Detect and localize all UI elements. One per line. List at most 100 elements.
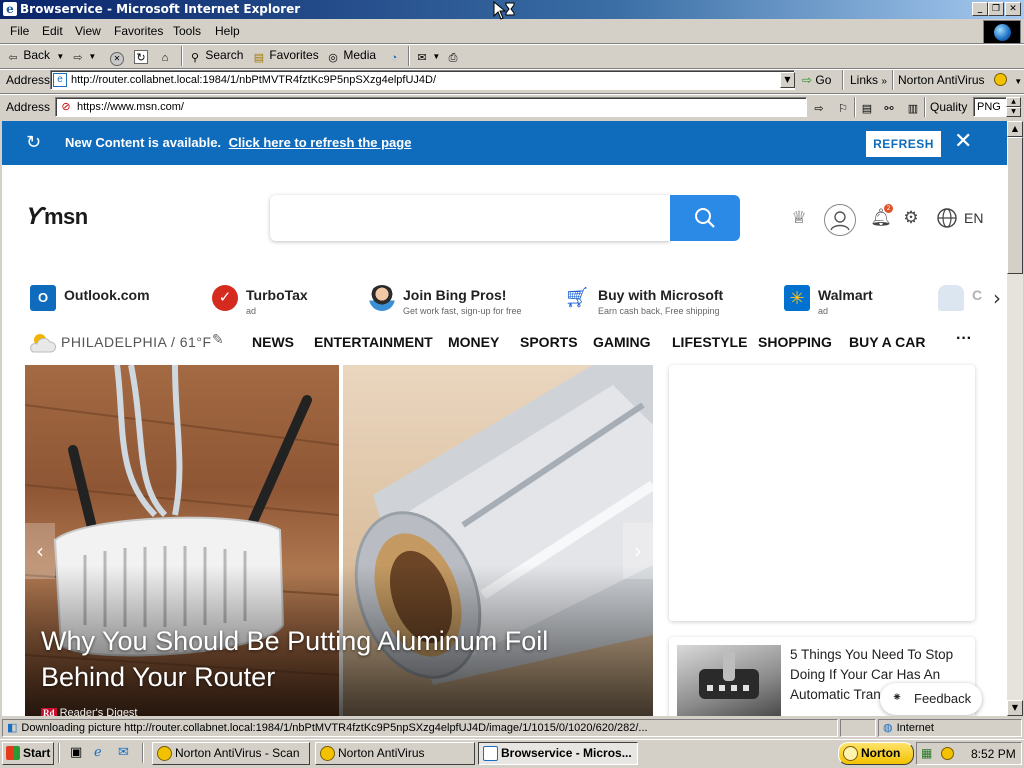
clock[interactable]: 8:52 PM bbox=[971, 747, 1016, 761]
norton-antivirus-toolbar[interactable]: Norton AntiVirus ▼ bbox=[898, 73, 1022, 91]
quicklinks-next-chevron-icon[interactable]: › bbox=[986, 285, 1007, 311]
hero-carousel[interactable]: Why You Should Be Putting Aluminum Foil … bbox=[25, 365, 653, 716]
quicklink-outlook[interactable]: O Outlook.com bbox=[30, 281, 190, 321]
chevron-down-icon[interactable]: ▼ bbox=[1014, 77, 1022, 86]
mail-button[interactable]: ✉ ▼ bbox=[415, 48, 440, 66]
nav-more-button[interactable]: ··· bbox=[956, 330, 972, 348]
home-button[interactable]: ⌂ bbox=[158, 48, 172, 66]
find-button[interactable]: ⚯ bbox=[882, 99, 896, 117]
scroll-down-button[interactable]: ▼ bbox=[1007, 700, 1023, 716]
banner-message-row: New Content is available. Click here to … bbox=[65, 135, 411, 150]
media-icon: ◎ bbox=[328, 52, 338, 64]
carousel-next-button[interactable]: › bbox=[623, 523, 653, 579]
quicklink-partial[interactable]: C bbox=[938, 281, 988, 321]
minimize-button[interactable]: _ bbox=[972, 2, 988, 16]
bs-go-button[interactable]: ⇨ bbox=[812, 99, 826, 117]
nav-buy-a-car[interactable]: BUY A CAR bbox=[849, 334, 926, 350]
menu-view[interactable]: View bbox=[75, 24, 101, 38]
rewards-trophy-icon[interactable]: ♕ bbox=[788, 207, 810, 229]
settings-gear-icon[interactable]: ⚙ bbox=[900, 207, 922, 229]
notification-count-badge: 2 bbox=[884, 204, 893, 213]
ie-address-field[interactable]: e http://router.collabnet.local:1984/1/nb… bbox=[50, 70, 795, 90]
close-button[interactable]: ✕ bbox=[1005, 2, 1021, 16]
feedback-button[interactable]: ⁕ Feedback bbox=[880, 683, 982, 715]
menu-favorites[interactable]: Favorites bbox=[114, 24, 163, 38]
security-zone-field: ◍ Internet bbox=[878, 719, 1022, 737]
menu-edit[interactable]: Edit bbox=[42, 24, 63, 38]
refresh-circle-icon: ↻ bbox=[26, 132, 42, 153]
menu-file[interactable]: File bbox=[10, 24, 29, 38]
menu-help[interactable]: Help bbox=[215, 24, 240, 38]
quicklink-buy-with-microsoft[interactable]: 🛒︎ Buy with Microsoft Earn cash back, Fr… bbox=[564, 281, 754, 321]
norton-tray-icon[interactable] bbox=[941, 747, 954, 760]
bs-address-field[interactable]: ⊘ https://www.msn.com/ bbox=[55, 97, 807, 117]
page-viewport[interactable]: ↻ New Content is available. Click here t… bbox=[2, 121, 1007, 716]
taskbar-norton[interactable]: Norton AntiVirus bbox=[315, 742, 475, 765]
nav-news[interactable]: NEWS bbox=[252, 334, 294, 350]
search-input[interactable] bbox=[270, 195, 670, 241]
forward-button[interactable]: ⇨ ▼ bbox=[71, 48, 96, 66]
norton-tray-label: Norton bbox=[861, 746, 901, 760]
chevron-down-icon[interactable]: ▼ bbox=[56, 52, 64, 61]
refresh-button[interactable]: ↻ bbox=[134, 48, 148, 66]
history-button[interactable]: ◔ bbox=[387, 48, 401, 66]
hero-source[interactable]: Rd Reader's Digest bbox=[41, 707, 138, 716]
scroll-thumb[interactable] bbox=[1007, 137, 1023, 274]
refresh-button[interactable]: REFRESH bbox=[866, 131, 941, 157]
search-submit-button[interactable] bbox=[670, 195, 740, 241]
scroll-up-button[interactable]: ▲ bbox=[1007, 121, 1023, 137]
language-label[interactable]: EN bbox=[964, 210, 983, 226]
binoculars-icon: ⚯ bbox=[884, 103, 894, 115]
media-button[interactable]: ◎ Media bbox=[326, 48, 376, 66]
stop-button[interactable]: ✕ bbox=[110, 48, 124, 66]
quicklink-turbotax[interactable]: ✓ TurboTax ad bbox=[212, 281, 342, 321]
quicklink-bing-pros[interactable]: Join Bing Pros! Get work fast, sign-up f… bbox=[369, 281, 539, 321]
chevron-down-icon[interactable]: ▼ bbox=[432, 52, 440, 61]
clipboard-button[interactable]: ▥ bbox=[906, 99, 920, 117]
carousel-prev-button[interactable]: ‹ bbox=[25, 523, 55, 579]
back-button[interactable]: ⇦ Back ▼ bbox=[6, 48, 64, 66]
network-icon[interactable]: ▦ bbox=[921, 746, 932, 760]
msn-logo[interactable]: ϒmsn bbox=[23, 203, 89, 231]
nav-sports[interactable]: SPORTS bbox=[520, 334, 578, 350]
quicklink-walmart[interactable]: ✳ Walmart ad bbox=[784, 281, 904, 321]
quality-select[interactable]: PNG bbox=[973, 97, 1007, 117]
menu-tools[interactable]: Tools bbox=[173, 24, 201, 38]
language-globe-icon[interactable] bbox=[936, 207, 958, 229]
taskbar-browservice[interactable]: Browservice - Micros... bbox=[478, 742, 638, 765]
bookmarks-list-button[interactable]: ▤ bbox=[860, 99, 874, 117]
refresh-page-link[interactable]: Click here to refresh the page bbox=[229, 135, 412, 150]
favorites-button[interactable]: ▤ Favorites bbox=[252, 48, 319, 66]
start-button[interactable]: Start bbox=[2, 742, 54, 765]
norton-icon bbox=[843, 746, 858, 761]
print-icon: ⎙ bbox=[448, 52, 458, 64]
close-banner-icon[interactable]: ✕ bbox=[954, 129, 972, 154]
nav-money[interactable]: MONEY bbox=[448, 334, 499, 350]
outlook-express-icon[interactable]: ✉ bbox=[118, 745, 134, 761]
ie-app-icon[interactable]: e bbox=[3, 2, 17, 16]
account-button[interactable] bbox=[824, 204, 856, 236]
print-button[interactable]: ⎙ bbox=[446, 48, 460, 66]
restore-button[interactable]: ❐ bbox=[988, 2, 1004, 16]
edit-pencil-icon[interactable]: ✎ bbox=[212, 332, 224, 348]
quality-up-button[interactable]: ▲ bbox=[1006, 97, 1021, 107]
bookmark-button[interactable]: ⚐ bbox=[836, 99, 850, 117]
show-desktop-icon[interactable]: ▣ bbox=[70, 745, 86, 761]
nav-lifestyle[interactable]: LIFESTYLE bbox=[672, 334, 747, 350]
weather-location[interactable]: PHILADELPHIA / 61°F bbox=[61, 334, 212, 350]
vertical-scrollbar[interactable]: ▲ ▼ bbox=[1007, 121, 1023, 716]
norton-tray-button[interactable]: Norton bbox=[838, 742, 914, 765]
chevron-down-icon[interactable]: ▼ bbox=[88, 52, 96, 61]
quality-down-button[interactable]: ▼ bbox=[1006, 107, 1021, 117]
hero-headline[interactable]: Why You Should Be Putting Aluminum Foil … bbox=[41, 623, 621, 695]
ie-quicklaunch-icon[interactable]: ℯ bbox=[94, 745, 110, 761]
address-dropdown-button[interactable]: ▼ bbox=[780, 72, 795, 88]
nav-entertainment[interactable]: ENTERTAINMENT bbox=[314, 334, 433, 350]
taskbar-norton-scan[interactable]: Norton AntiVirus - Scan bbox=[152, 742, 310, 765]
search-button[interactable]: ⚲ Search bbox=[188, 48, 243, 66]
links-button[interactable]: Links » bbox=[850, 73, 887, 91]
go-button[interactable]: ⇨ Go bbox=[802, 73, 831, 91]
norton-label: Norton AntiVirus bbox=[898, 73, 985, 87]
nav-shopping[interactable]: SHOPPING bbox=[758, 334, 832, 350]
nav-gaming[interactable]: GAMING bbox=[593, 334, 651, 350]
